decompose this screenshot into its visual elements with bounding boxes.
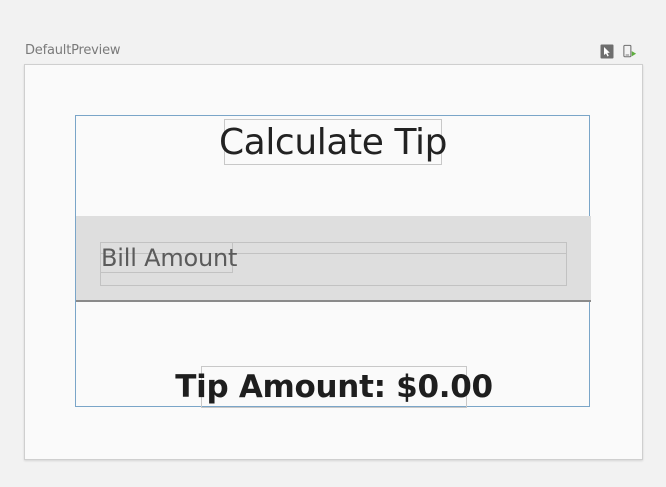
- bill-amount-label: Bill Amount: [100, 242, 238, 273]
- interactive-mode-icon[interactable]: [600, 43, 614, 59]
- bill-amount-field[interactable]: Bill Amount: [76, 216, 591, 302]
- preview-name-label: DefaultPreview: [25, 43, 121, 58]
- calculate-tip-title: Calculate Tip: [219, 119, 447, 165]
- tip-amount-text: Tip Amount: $0.00: [175, 366, 493, 408]
- deploy-preview-icon[interactable]: [623, 43, 637, 59]
